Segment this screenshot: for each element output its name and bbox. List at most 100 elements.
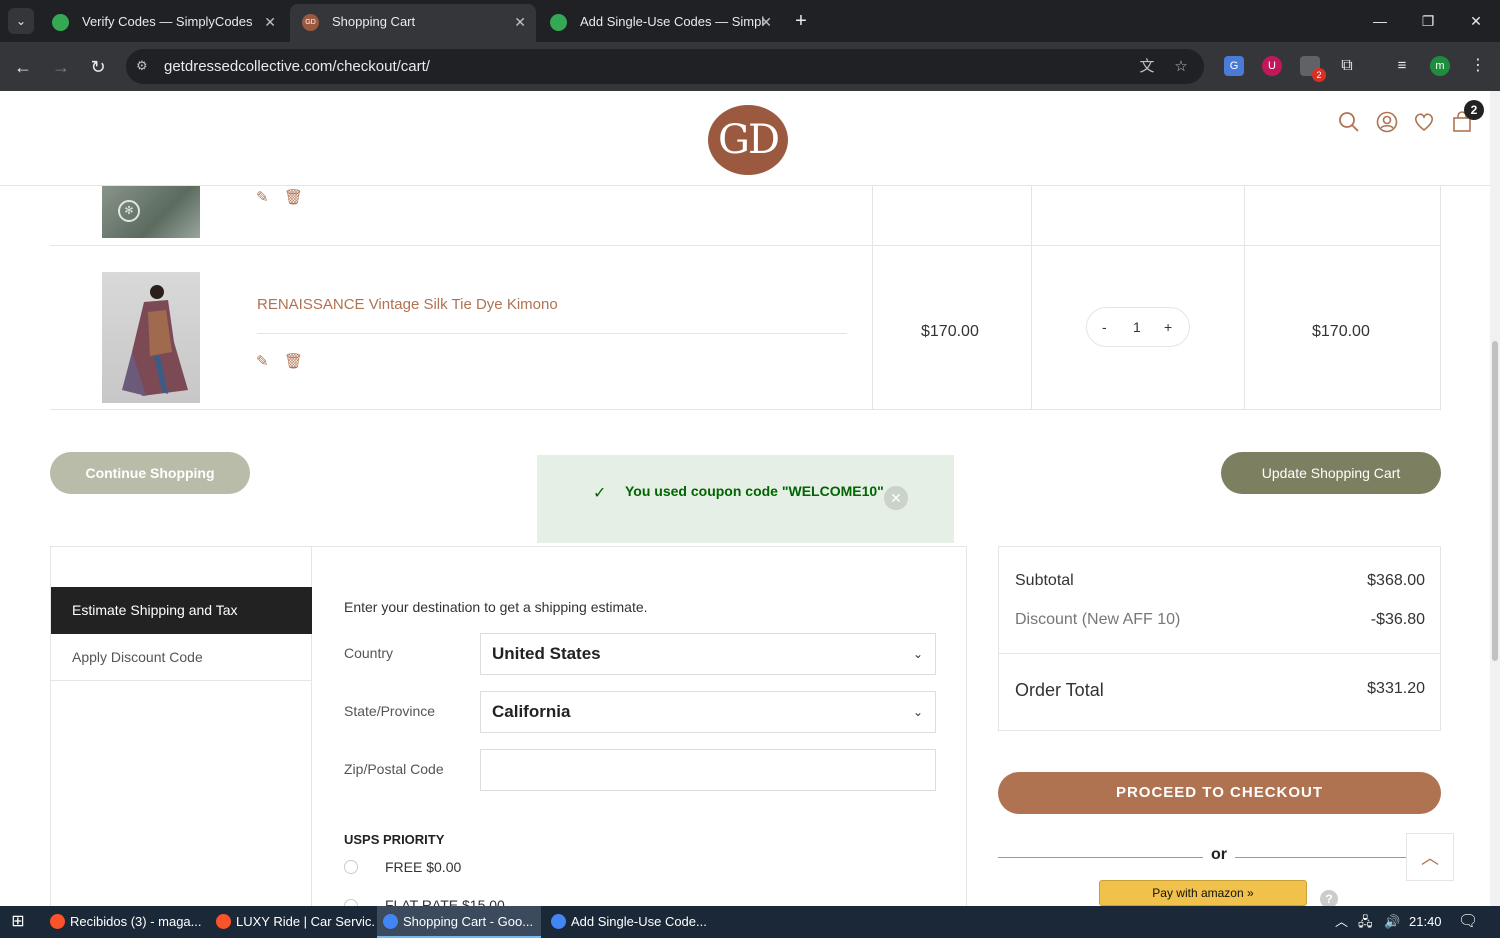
continue-shopping-button[interactable]: Continue Shopping bbox=[50, 452, 250, 494]
new-tab-button[interactable]: + bbox=[788, 8, 814, 34]
minimize-button[interactable]: — bbox=[1360, 8, 1400, 34]
subtotal-row: Subtotal $368.00 bbox=[1015, 572, 1425, 590]
site-header: GD 2 bbox=[0, 91, 1490, 186]
qty-increase-button[interactable]: + bbox=[1164, 319, 1172, 335]
ublock-shield-icon[interactable]: U bbox=[1262, 56, 1282, 76]
delete-trash-icon[interactable]: 🗑 bbox=[284, 188, 303, 206]
bookmark-star-icon[interactable]: ☆ bbox=[1172, 58, 1190, 76]
chrome-browser-icon bbox=[383, 914, 398, 929]
account-icon[interactable] bbox=[1376, 111, 1398, 133]
volume-icon[interactable]: 🔊 bbox=[1384, 906, 1400, 938]
divider bbox=[257, 333, 847, 334]
brave-browser-icon bbox=[50, 914, 65, 929]
order-summary: Subtotal $368.00 Discount (New AFF 10) -… bbox=[998, 546, 1441, 731]
column-divider bbox=[1244, 186, 1245, 410]
kimono-model-image bbox=[122, 285, 188, 396]
coupon-message-text: You used coupon code "WELCOME10". bbox=[625, 483, 888, 499]
scrollbar-thumb[interactable] bbox=[1492, 341, 1498, 661]
shipping-intro-text: Enter your destination to get a shipping… bbox=[344, 599, 648, 615]
close-window-button[interactable]: ✕ bbox=[1456, 8, 1496, 34]
back-button[interactable]: ← bbox=[10, 54, 36, 80]
network-icon[interactable]: 🖧 bbox=[1358, 906, 1373, 938]
pay-with-amazon-button[interactable]: Pay with amazon » bbox=[1099, 880, 1307, 906]
column-divider bbox=[1031, 186, 1032, 410]
address-bar[interactable]: ⚙ getdressedcollective.com/checkout/cart… bbox=[126, 49, 1204, 84]
media-controls-icon[interactable]: ≡ bbox=[1392, 56, 1412, 76]
discount-value: -$36.80 bbox=[1370, 611, 1425, 628]
zip-input[interactable] bbox=[480, 749, 936, 791]
proceed-to-checkout-button[interactable]: PROCEED TO CHECKOUT bbox=[998, 772, 1441, 814]
product-thumbnail-kimono[interactable] bbox=[102, 272, 200, 403]
tab-search-button[interactable]: ⌄ bbox=[8, 8, 34, 34]
state-label: State/Province bbox=[344, 703, 436, 719]
windows-start-icon[interactable]: ⊞ bbox=[8, 912, 28, 932]
close-message-icon[interactable]: ✕ bbox=[884, 486, 908, 510]
google-translate-extension-icon[interactable]: G bbox=[1224, 56, 1244, 76]
taskbar-item-chrome-codes[interactable]: Add Single-Use Code... bbox=[545, 906, 707, 938]
reload-button[interactable]: ↻ bbox=[85, 54, 111, 80]
discount-label: Discount (New AFF 10) bbox=[1015, 611, 1181, 628]
close-tab-icon[interactable]: ✕ bbox=[514, 4, 526, 40]
site-info-icon[interactable]: ⚙ bbox=[136, 58, 152, 74]
update-cart-button[interactable]: Update Shopping Cart bbox=[1221, 452, 1441, 494]
notifications-icon[interactable]: 🗨 bbox=[1458, 906, 1478, 938]
profile-avatar[interactable]: m bbox=[1430, 56, 1450, 76]
extension-badge-count: 2 bbox=[1312, 68, 1326, 82]
tab-apply-discount[interactable]: Apply Discount Code bbox=[51, 634, 312, 681]
product-pattern-icon: ✻ bbox=[118, 200, 140, 222]
chevron-down-icon: ⌄ bbox=[912, 705, 923, 719]
search-icon[interactable] bbox=[1338, 111, 1360, 133]
item-price: $170.00 bbox=[921, 323, 979, 340]
coupon-success-message: ✓ You used coupon code "WELCOME10". ✕ bbox=[537, 455, 954, 543]
tab-shopping-cart[interactable]: GD Shopping Cart ✕ bbox=[290, 4, 536, 42]
page-scrollbar[interactable] bbox=[1490, 91, 1500, 906]
extensions-puzzle-icon[interactable]: ⧉ bbox=[1337, 56, 1357, 76]
country-value: United States bbox=[492, 644, 601, 663]
windows-taskbar: ⊞ Recibidos (3) - maga... LUXY Ride | Ca… bbox=[0, 906, 1500, 938]
subtotal-label: Subtotal bbox=[1015, 572, 1074, 589]
product-name-link[interactable]: RENAISSANCE Vintage Silk Tie Dye Kimono bbox=[257, 296, 558, 313]
double-chevron-icon: » bbox=[1247, 886, 1254, 900]
rate-free-label: FREE $0.00 bbox=[385, 859, 462, 875]
taskbar-item-brave-luxy[interactable]: LUXY Ride | Car Servic... bbox=[210, 906, 374, 938]
taskbar-item-chrome-cart[interactable]: Shopping Cart - Goo... bbox=[377, 906, 541, 938]
browser-menu-icon[interactable]: ⋮ bbox=[1468, 56, 1488, 76]
gd-favicon-icon: GD bbox=[302, 14, 319, 31]
edit-pencil-icon[interactable]: ✎ bbox=[256, 188, 269, 206]
translate-icon[interactable]: 文 bbox=[1138, 58, 1156, 76]
taskbar-item-label: Recibidos (3) - maga... bbox=[70, 914, 202, 929]
site-logo[interactable]: GD bbox=[708, 105, 788, 175]
edit-pencil-icon[interactable]: ✎ bbox=[256, 352, 269, 370]
clock-time[interactable]: 21:40 bbox=[1409, 906, 1442, 938]
tray-chevron-up-icon[interactable]: ︿ bbox=[1335, 906, 1348, 938]
url-text[interactable]: getdressedcollective.com/checkout/cart/ bbox=[164, 49, 430, 84]
cart-row-kimono: RENAISSANCE Vintage Silk Tie Dye Kimono … bbox=[50, 246, 1441, 410]
tab-estimate-shipping[interactable]: Estimate Shipping and Tax bbox=[51, 587, 312, 634]
qty-value[interactable]: 1 bbox=[1133, 319, 1141, 335]
wishlist-heart-icon[interactable] bbox=[1413, 111, 1435, 133]
country-label: Country bbox=[344, 645, 394, 661]
chevron-down-icon: ⌄ bbox=[912, 647, 923, 661]
rate-free-radio[interactable] bbox=[344, 860, 358, 874]
product-thumbnail[interactable]: ✻ bbox=[102, 186, 200, 238]
state-select[interactable]: California ⌄ bbox=[480, 691, 936, 733]
browser-toolbar: ← → ↻ ⚙ getdressedcollective.com/checkou… bbox=[0, 42, 1500, 91]
restore-button[interactable]: ❐ bbox=[1408, 8, 1448, 34]
qty-decrease-button[interactable]: - bbox=[1102, 319, 1107, 335]
scroll-to-top-button[interactable]: ︿ bbox=[1406, 833, 1454, 881]
discount-row: Discount (New AFF 10) -$36.80 bbox=[1015, 611, 1425, 629]
delete-trash-icon[interactable]: 🗑 bbox=[284, 352, 303, 370]
divider bbox=[999, 653, 1440, 654]
item-subtotal: $170.00 bbox=[1312, 323, 1370, 340]
taskbar-item-brave-mail[interactable]: Recibidos (3) - maga... bbox=[44, 906, 206, 938]
country-select[interactable]: United States ⌄ bbox=[480, 633, 936, 675]
close-tab-icon[interactable]: ✕ bbox=[264, 4, 276, 40]
extension-badge-icon[interactable]: 2 bbox=[1300, 56, 1326, 82]
forward-button[interactable]: → bbox=[48, 54, 74, 80]
order-total-label: Order Total bbox=[1015, 680, 1104, 700]
close-tab-icon[interactable]: ✕ bbox=[760, 4, 772, 40]
chrome-browser-icon bbox=[551, 914, 566, 929]
tab-title: Add Single-Use Codes — Simpl bbox=[580, 14, 765, 29]
tab-verify-codes[interactable]: Verify Codes — SimplyCodes ✕ bbox=[40, 4, 286, 42]
tab-add-single-use-codes[interactable]: Add Single-Use Codes — Simpl ✕ bbox=[538, 4, 782, 42]
